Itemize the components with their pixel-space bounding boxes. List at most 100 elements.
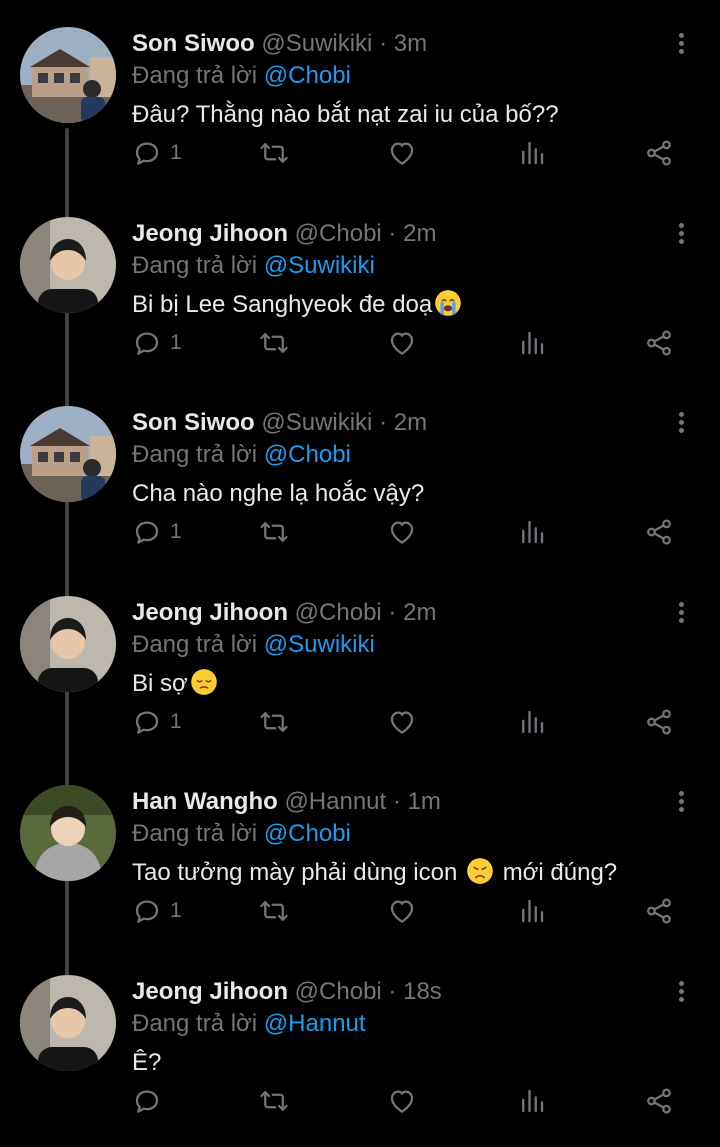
replying-to: Đang trả lời @Chobi	[132, 818, 351, 850]
tweet[interactable]: Son Siwoo @Suwikiki · 2m Đang trả lời @C…	[0, 379, 720, 568]
more-options-icon[interactable]	[676, 980, 686, 1005]
tweet-header: Jeong Jihoon @Chobi · 2m	[132, 218, 436, 250]
display-name[interactable]: Jeong Jihoon	[132, 220, 288, 247]
reply-icon	[135, 332, 159, 355]
reply-button[interactable]	[132, 1084, 170, 1118]
user-handle[interactable]: @Suwikiki	[261, 409, 372, 436]
more-options-icon[interactable]	[676, 412, 686, 436]
reply-button[interactable]: 1	[132, 894, 182, 928]
tweet-text: Ê?	[132, 1046, 161, 1080]
analytics-button[interactable]	[517, 136, 547, 170]
heart-icon	[390, 711, 414, 734]
tweet[interactable]: Han Wangho @Hannut · 1m Đang trả lời @Ch…	[0, 758, 720, 947]
retweet-button[interactable]	[259, 515, 289, 549]
share-button[interactable]	[644, 894, 674, 928]
analytics-button[interactable]	[517, 1084, 547, 1118]
share-button[interactable]	[644, 515, 674, 549]
reply-button[interactable]: 1	[132, 136, 182, 170]
tweet-header: Son Siwoo @Suwikiki · 3m	[132, 28, 427, 60]
avatar-building[interactable]	[20, 27, 116, 123]
reply-mention-link[interactable]: @Suwikiki	[264, 631, 375, 658]
timestamp[interactable]: 2m	[394, 409, 427, 436]
analytics-button[interactable]	[517, 326, 547, 360]
avatar-hoodie[interactable]	[20, 785, 116, 881]
more-options-icon[interactable]	[676, 791, 686, 815]
display-name[interactable]: Han Wangho	[132, 788, 278, 815]
retweet-button[interactable]	[259, 1084, 289, 1118]
share-button[interactable]	[644, 1084, 674, 1118]
tweet-actions: 1	[132, 515, 692, 549]
reply-icon	[135, 711, 159, 734]
analytics-button[interactable]	[517, 894, 547, 928]
analytics-icon	[522, 899, 544, 923]
reply-mention-link[interactable]: @Hannut	[264, 1010, 366, 1037]
share-button[interactable]	[644, 136, 674, 170]
tweet-header: Han Wangho @Hannut · 1m	[132, 786, 441, 818]
share-button[interactable]	[644, 326, 674, 360]
heart-icon	[390, 332, 414, 355]
reply-button[interactable]: 1	[132, 515, 182, 549]
like-button[interactable]	[387, 705, 417, 739]
reply-mention-link[interactable]: @Suwikiki	[264, 252, 375, 279]
tweet[interactable]: Son Siwoo @Suwikiki · 3m Đang trả lời @C…	[0, 0, 720, 189]
share-button[interactable]	[644, 705, 674, 739]
reply-button[interactable]: 1	[132, 326, 182, 360]
more-options-icon[interactable]	[676, 33, 686, 57]
tweet-text: Cha nào nghe lạ hoắc vậy?	[132, 477, 424, 511]
display-name[interactable]: Jeong Jihoon	[132, 599, 288, 626]
like-button[interactable]	[387, 1084, 417, 1118]
reply-count: 1	[170, 899, 182, 922]
analytics-button[interactable]	[517, 705, 547, 739]
share-icon	[647, 519, 671, 545]
retweet-icon	[260, 1090, 288, 1111]
tweet-text: Đâu? Thằng nào bắt nạt zai iu của bố??	[132, 98, 559, 132]
tweet[interactable]: Jeong Jihoon @Chobi · 2m Đang trả lời @S…	[0, 569, 720, 758]
user-handle[interactable]: @Chobi	[295, 220, 382, 247]
retweet-button[interactable]	[259, 136, 289, 170]
user-handle[interactable]: @Hannut	[284, 788, 386, 815]
like-button[interactable]	[387, 326, 417, 360]
replying-to-label: Đang trả lời	[132, 1009, 258, 1037]
retweet-button[interactable]	[259, 894, 289, 928]
reply-icon	[135, 1090, 159, 1113]
display-name[interactable]: Son Siwoo	[132, 409, 255, 436]
display-name[interactable]: Jeong Jihoon	[132, 978, 288, 1005]
avatar-boy[interactable]	[20, 974, 116, 1071]
heart-icon	[390, 142, 414, 165]
separator: ·	[388, 219, 397, 247]
reply-button[interactable]: 1	[132, 705, 182, 739]
reply-mention-link[interactable]: @Chobi	[264, 62, 351, 89]
timestamp[interactable]: 2m	[403, 599, 436, 626]
tweet[interactable]: Jeong Jihoon @Chobi · 18s Đang trả lời @…	[0, 948, 720, 1137]
replying-to-label: Đang trả lời	[132, 630, 258, 658]
retweet-button[interactable]	[259, 705, 289, 739]
analytics-button[interactable]	[517, 515, 547, 549]
display-name[interactable]: Son Siwoo	[132, 30, 255, 57]
retweet-button[interactable]	[259, 326, 289, 360]
avatar-boy[interactable]	[20, 216, 116, 313]
timestamp[interactable]: 1m	[408, 788, 441, 815]
share-icon	[647, 330, 671, 355]
timestamp[interactable]: 2m	[403, 220, 436, 247]
reply-mention-link[interactable]: @Chobi	[264, 441, 351, 468]
replying-to: Đang trả lời @Chobi	[132, 439, 351, 471]
timestamp[interactable]: 3m	[394, 30, 427, 57]
more-options-icon[interactable]	[676, 222, 686, 247]
user-handle[interactable]: @Chobi	[295, 599, 382, 626]
user-handle[interactable]: @Chobi	[295, 978, 382, 1005]
tweet-text: Bi sợ	[132, 667, 220, 701]
more-options-icon[interactable]	[676, 601, 686, 626]
like-button[interactable]	[387, 894, 417, 928]
tweet[interactable]: Jeong Jihoon @Chobi · 2m Đang trả lời @S…	[0, 190, 720, 379]
user-handle[interactable]: @Suwikiki	[261, 30, 372, 57]
tweet-text: Tao tưởng mày phải dùng icon mới đúng?	[132, 856, 617, 890]
like-button[interactable]	[387, 515, 417, 549]
avatar-boy[interactable]	[20, 595, 116, 692]
replying-to-label: Đang trả lời	[132, 62, 258, 89]
analytics-icon	[522, 710, 544, 733]
like-button[interactable]	[387, 136, 417, 170]
avatar-building[interactable]	[20, 406, 116, 502]
crying-face-emoji	[435, 289, 462, 316]
reply-mention-link[interactable]: @Chobi	[264, 820, 351, 847]
timestamp[interactable]: 18s	[403, 978, 442, 1005]
